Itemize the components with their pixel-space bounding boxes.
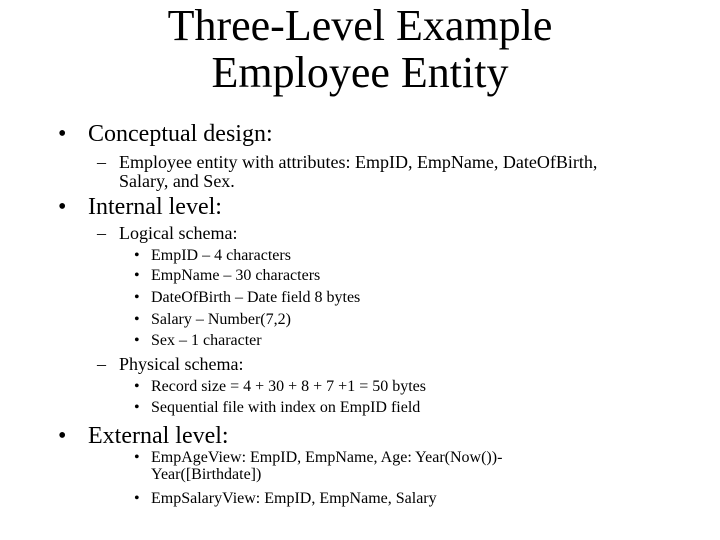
logical-item-salary: Salary – Number(7,2) (151, 311, 291, 328)
logical-item-empid: EmpID – 4 characters (151, 247, 291, 264)
dash-icon: – (97, 354, 106, 374)
bullet-icon: • (134, 399, 140, 416)
bullet-icon: • (134, 378, 140, 395)
bullet-icon: • (134, 311, 140, 328)
external-view-salary: EmpSalaryView: EmpID, EmpName, Salary (151, 490, 437, 507)
slide-title: Three-Level Example Employee Entity (0, 2, 720, 96)
bullet-icon: • (58, 423, 67, 449)
title-line-2: Employee Entity (211, 48, 509, 97)
bullet-icon: • (134, 247, 140, 264)
logical-item-dateofbirth: DateOfBirth – Date field 8 bytes (151, 289, 361, 306)
title-line-1: Three-Level Example (167, 1, 553, 50)
bullet-icon: • (134, 267, 140, 284)
dash-icon: – (97, 223, 106, 243)
bullet-icon: • (58, 194, 67, 220)
external-view-age-line-1: EmpAgeView: EmpID, EmpName, Age: Year(No… (151, 449, 503, 466)
logical-item-sex: Sex – 1 character (151, 332, 262, 349)
logical-heading: Logical schema: (119, 223, 238, 243)
bullet-icon: • (134, 332, 140, 349)
bullet-icon: • (134, 490, 140, 507)
bullet-icon: • (58, 121, 67, 147)
dash-icon: – (97, 152, 106, 172)
external-heading: External level: (88, 423, 229, 449)
bullet-icon: • (134, 289, 140, 306)
bullet-icon: • (134, 449, 140, 466)
conceptual-heading: Conceptual design: (88, 121, 273, 147)
physical-item-sequential-file: Sequential file with index on EmpID fiel… (151, 399, 421, 416)
conceptual-item-line-2: Salary, and Sex. (119, 171, 235, 191)
physical-item-record-size: Record size = 4 + 30 + 8 + 7 +1 = 50 byt… (151, 378, 426, 395)
conceptual-item-line-1: Employee entity with attributes: EmpID, … (119, 152, 598, 172)
internal-heading: Internal level: (88, 194, 222, 220)
external-view-age-line-2: Year([Birthdate]) (151, 466, 262, 483)
logical-item-empname: EmpName – 30 characters (151, 267, 321, 284)
physical-heading: Physical schema: (119, 354, 244, 374)
